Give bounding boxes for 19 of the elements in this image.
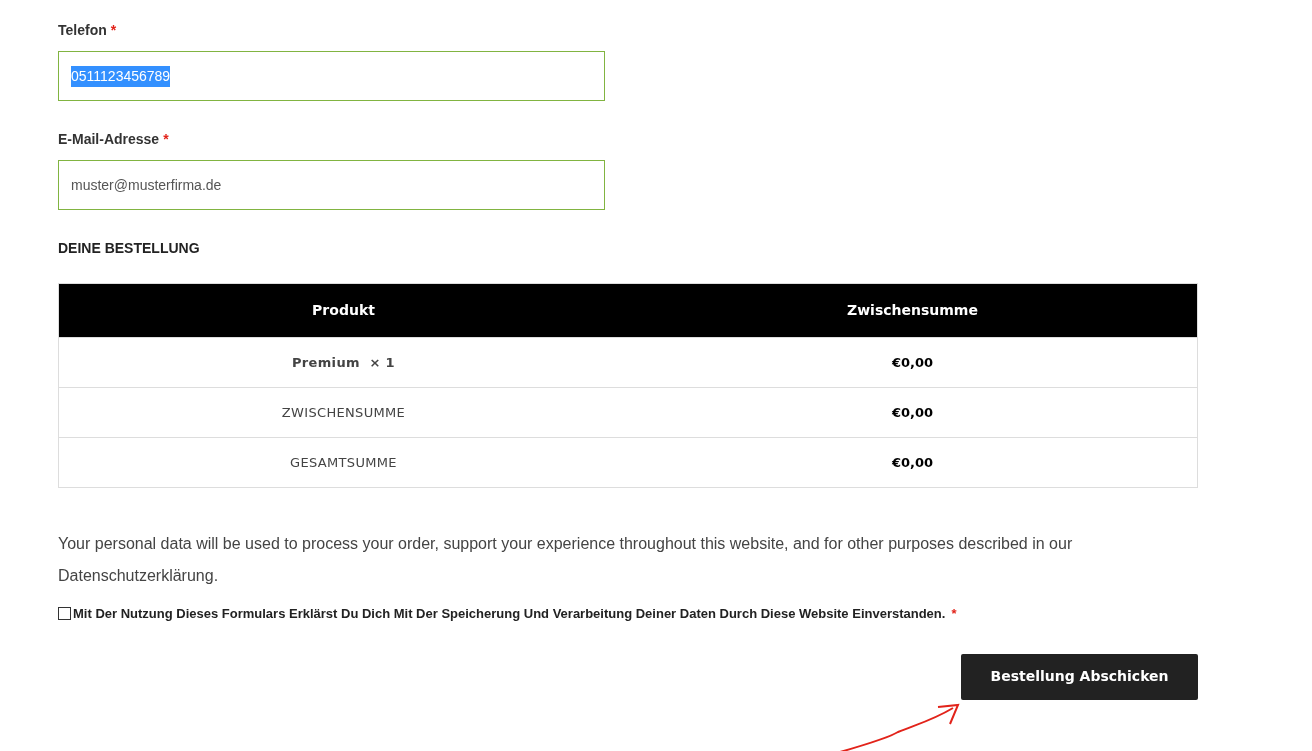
input-field[interactable]: muster@musterfirma.de <box>58 160 605 210</box>
required-mark: * <box>110 22 117 38</box>
column-header: Produkt <box>58 283 628 338</box>
field-label: E-Mail-Adresse <box>58 131 160 147</box>
privacy-text: Your personal data will be used to process your order, support your experience throughout this website, and for other purposes described in our Datenschutzerklärung. <box>58 534 1074 586</box>
column-header: Zwischensumme <box>628 283 1198 338</box>
table-cell: ZWISCHENSUMME <box>58 387 628 438</box>
consent-label: Mit Der Nutzung Dieses Formulars Erklärst Du Dich Mit Der Speicherung Und Verarbeitung Deiner Daten Durch Diese Website Einverstanden. <box>73 605 946 623</box>
table-cell: GESAMTSUMME <box>58 437 628 488</box>
table-cell: €0,00 <box>628 437 1198 488</box>
consent-checkbox[interactable] <box>58 607 71 621</box>
table-cell: €0,00 <box>628 337 1198 388</box>
table-cell: Premium × 1 <box>58 337 628 388</box>
submit-button[interactable]: Bestellung Abschicken <box>961 653 1198 700</box>
section-heading: DEINE BESTELLUNG <box>58 239 201 258</box>
required-mark: * <box>951 605 957 623</box>
required-mark: * <box>163 131 169 147</box>
field-label: Telefon <box>58 22 107 38</box>
table-cell: €0,00 <box>628 387 1198 438</box>
